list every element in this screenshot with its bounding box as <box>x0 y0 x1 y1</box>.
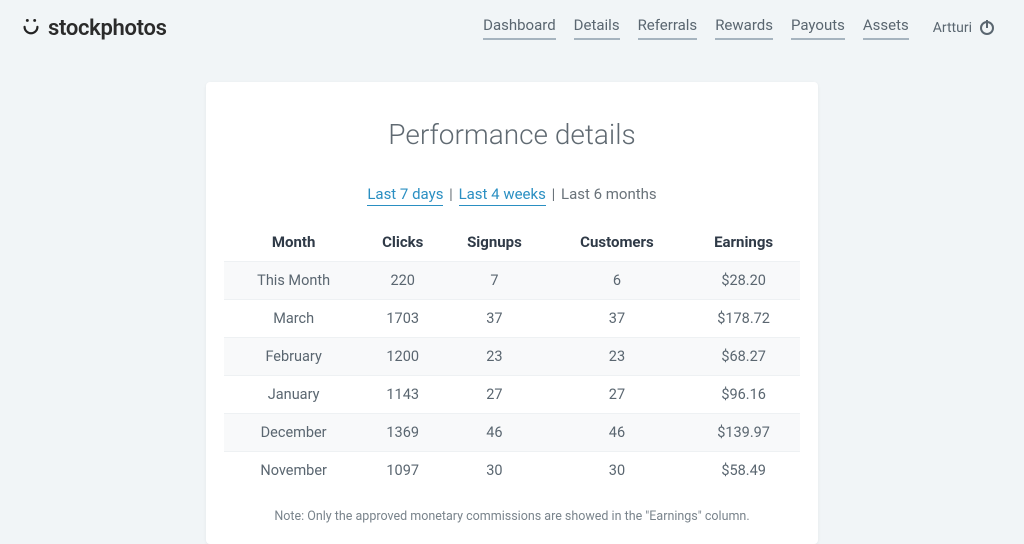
nav-dashboard[interactable]: Dashboard <box>483 16 556 40</box>
nav-rewards[interactable]: Rewards <box>715 16 773 40</box>
cell-customers: 37 <box>547 300 688 338</box>
cell-customers: 6 <box>547 262 688 300</box>
table-row: March 1703 37 37 $178.72 <box>224 300 800 338</box>
logo[interactable]: stockphotos <box>20 14 167 42</box>
cell-earnings: $58.49 <box>687 452 800 490</box>
nav-assets[interactable]: Assets <box>863 16 909 40</box>
user-menu[interactable]: Artturi <box>933 20 994 36</box>
table-row: December 1369 46 46 $139.97 <box>224 414 800 452</box>
cell-earnings: $28.20 <box>687 262 800 300</box>
range-selector: Last 7 days | Last 4 weeks | Last 6 mont… <box>224 185 800 203</box>
header-signups: Signups <box>442 223 547 262</box>
performance-card: Performance details Last 7 days | Last 4… <box>206 82 818 544</box>
cell-signups: 30 <box>442 452 547 490</box>
cell-signups: 37 <box>442 300 547 338</box>
cell-month: December <box>224 414 363 452</box>
cell-signups: 23 <box>442 338 547 376</box>
cell-earnings: $68.27 <box>687 338 800 376</box>
cell-earnings: $96.16 <box>687 376 800 414</box>
cell-clicks: 1703 <box>363 300 442 338</box>
cell-clicks: 220 <box>363 262 442 300</box>
cell-clicks: 1097 <box>363 452 442 490</box>
header-customers: Customers <box>547 223 688 262</box>
cell-month: February <box>224 338 363 376</box>
logo-text: stockphotos <box>48 16 167 41</box>
range-last-6-months: Last 6 months <box>561 185 657 203</box>
table-row: February 1200 23 23 $68.27 <box>224 338 800 376</box>
cell-customers: 23 <box>547 338 688 376</box>
cell-signups: 46 <box>442 414 547 452</box>
nav-referrals[interactable]: Referrals <box>638 16 698 40</box>
footnote: Note: Only the approved monetary commiss… <box>224 509 800 524</box>
nav-details[interactable]: Details <box>574 16 620 40</box>
cell-customers: 30 <box>547 452 688 490</box>
range-last-4-weeks[interactable]: Last 4 weeks <box>459 185 546 206</box>
header-clicks: Clicks <box>363 223 442 262</box>
user-name: Artturi <box>933 20 972 36</box>
cell-month: November <box>224 452 363 490</box>
cell-customers: 46 <box>547 414 688 452</box>
header: stockphotos Dashboard Details Referrals … <box>0 0 1024 52</box>
separator: | <box>552 185 559 203</box>
cell-month: This Month <box>224 262 363 300</box>
cell-signups: 27 <box>442 376 547 414</box>
range-last-7-days[interactable]: Last 7 days <box>367 185 443 206</box>
main-nav: Dashboard Details Referrals Rewards Payo… <box>483 16 994 40</box>
power-icon <box>980 21 994 35</box>
table-row: January 1143 27 27 $96.16 <box>224 376 800 414</box>
header-month: Month <box>224 223 363 262</box>
cell-earnings: $178.72 <box>687 300 800 338</box>
nav-payouts[interactable]: Payouts <box>791 16 845 40</box>
cell-earnings: $139.97 <box>687 414 800 452</box>
card-title: Performance details <box>224 118 800 151</box>
cell-clicks: 1143 <box>363 376 442 414</box>
logo-icon <box>20 14 42 42</box>
cell-month: January <box>224 376 363 414</box>
cell-customers: 27 <box>547 376 688 414</box>
cell-month: March <box>224 300 363 338</box>
table-row: November 1097 30 30 $58.49 <box>224 452 800 490</box>
performance-table: Month Clicks Signups Customers Earnings … <box>224 223 800 489</box>
cell-clicks: 1200 <box>363 338 442 376</box>
header-earnings: Earnings <box>687 223 800 262</box>
table-row: This Month 220 7 6 $28.20 <box>224 262 800 300</box>
cell-signups: 7 <box>442 262 547 300</box>
separator: | <box>449 185 456 203</box>
cell-clicks: 1369 <box>363 414 442 452</box>
